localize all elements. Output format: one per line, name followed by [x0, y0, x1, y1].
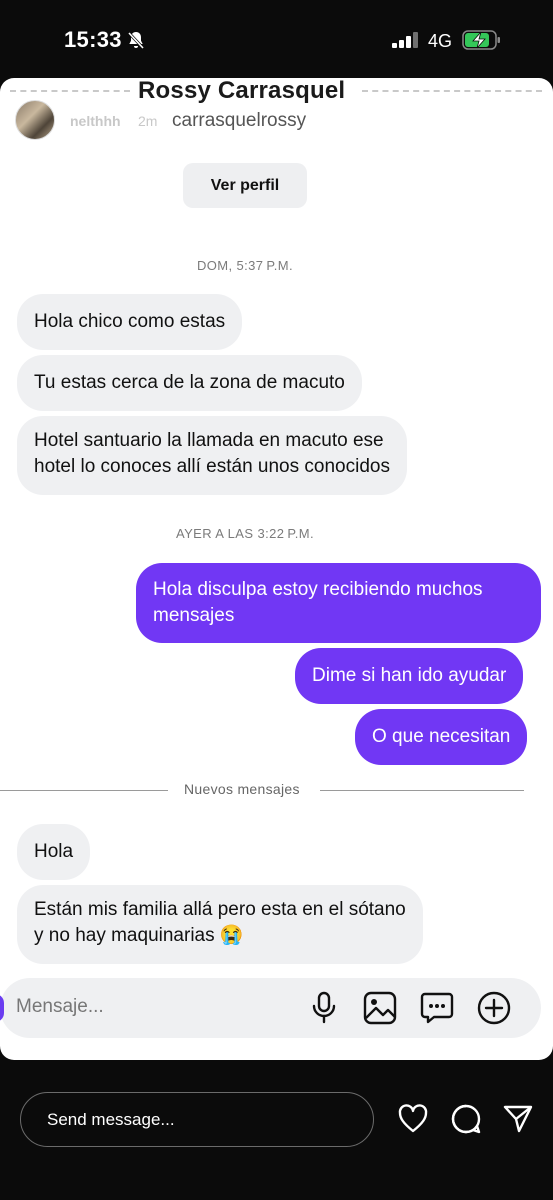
- message-text: y no hay maquinarias 😭: [34, 925, 244, 946]
- message-text: Hola disculpa estoy recibiendo muchos: [153, 579, 483, 600]
- story-card: Rossy Carrasquel nelthhh 2m carrasquelro…: [0, 78, 553, 1060]
- message-text: Dime si han ido ayudar: [312, 665, 507, 686]
- camera-button[interactable]: [0, 994, 4, 1022]
- message-text: Tu estas cerca de la zona de macuto: [34, 372, 345, 393]
- message-outgoing[interactable]: Dime si han ido ayudar: [295, 648, 524, 704]
- timestamp-sunday: DOM, 5:37 P.M.: [196, 258, 294, 273]
- bell-slash-icon: [126, 30, 146, 55]
- message-text: mensajes: [153, 605, 235, 626]
- share-icon[interactable]: [502, 1103, 534, 1140]
- clock: 15:33: [64, 27, 122, 52]
- sticker-chat-icon[interactable]: [420, 991, 454, 1030]
- signal-bars-icon: [392, 32, 420, 53]
- message-text: Están mis familia allá pero esta en el s…: [34, 899, 406, 920]
- message-incoming[interactable]: Hotel santuario la llamada en macuto ese…: [17, 416, 407, 495]
- story-reply-placeholder: Send message...: [47, 1110, 175, 1129]
- image-icon[interactable]: [363, 991, 397, 1030]
- message-text: Hola: [34, 841, 74, 862]
- message-incoming[interactable]: Tu estas cerca de la zona de macuto: [17, 355, 362, 411]
- view-profile-button[interactable]: Ver perfil: [183, 163, 307, 208]
- story-progress-right: [362, 90, 542, 92]
- chat-contact-handle: carrasquelrossy: [172, 110, 307, 131]
- avatar[interactable]: [15, 100, 55, 140]
- message-composer[interactable]: Mensaje...: [0, 978, 541, 1038]
- message-incoming[interactable]: Hola: [17, 824, 91, 880]
- story-progress-left: [10, 90, 130, 92]
- microphone-icon[interactable]: [311, 991, 337, 1030]
- message-text: O que necesitan: [372, 726, 511, 747]
- message-incoming[interactable]: Hola chico como estas: [17, 294, 243, 350]
- status-bar: 15:33 4G: [0, 0, 553, 80]
- chat-contact-name: Rossy Carrasquel: [138, 78, 346, 104]
- message-input[interactable]: Mensaje...: [16, 996, 104, 1018]
- timestamp-yesterday: AYER A LAS 3:22 P.M.: [175, 526, 315, 541]
- network-type: 4G: [428, 31, 453, 51]
- story-username[interactable]: nelthhh: [70, 113, 121, 129]
- story-time-ago: 2m: [138, 113, 158, 129]
- divider-line: [320, 790, 524, 791]
- heart-icon[interactable]: [397, 1103, 429, 1140]
- message-text: Hotel santuario la llamada en macuto ese: [34, 430, 384, 451]
- message-text: Hola chico como estas: [34, 311, 226, 332]
- add-icon[interactable]: [477, 991, 511, 1030]
- more-icon[interactable]: [466, 118, 488, 136]
- message-text: hotel lo conoces allí están unos conocid…: [34, 456, 390, 477]
- message-outgoing[interactable]: O que necesitan: [355, 709, 528, 765]
- divider-line: [0, 790, 168, 791]
- message-incoming[interactable]: Están mis familia allá pero esta en el s…: [17, 885, 423, 964]
- reply-icon[interactable]: [450, 1103, 482, 1140]
- close-icon[interactable]: [513, 109, 541, 142]
- story-reply-input[interactable]: Send message...: [20, 1092, 374, 1147]
- battery-charging-icon: [462, 30, 502, 55]
- message-outgoing[interactable]: Hola disculpa estoy recibiendo muchos me…: [136, 563, 541, 643]
- new-messages-label: Nuevos mensajes: [184, 781, 300, 797]
